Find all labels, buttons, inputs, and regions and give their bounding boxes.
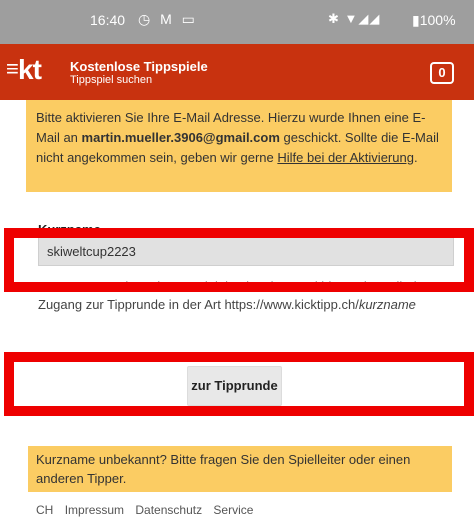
notice-text-after: . [413,150,418,165]
status-time: 16:40 [90,12,126,28]
hint-italic: kurzname [358,297,416,312]
battery-icon: ▮100% [412,12,456,28]
footer-service[interactable]: Service [213,503,253,517]
activation-notice: Bitte aktivieren Sie Ihre E-Mail Adresse… [26,100,452,192]
menu-icon[interactable]: ≡ [6,58,19,80]
activation-help-link[interactable]: Hilfe bei der Aktivierung [277,150,414,165]
footer-links: CH Impressum Datenschutz Service [36,503,261,517]
unknown-kurzname-notice: Kurzname unbekannt? Bitte fragen Sie den… [28,446,452,492]
app-bar: ≡ kt Kostenlose Tippspiele Tippspiel suc… [0,44,474,100]
footer-impressum[interactable]: Impressum [65,503,124,517]
signal-icons: ✱ ▼◢◢ [328,11,381,26]
notification-badge[interactable]: 0 [430,62,454,84]
app-title: Kostenlose Tippspiele [70,59,208,74]
app-subtitle: Tippspiel suchen [70,74,153,86]
footer-datenschutz[interactable]: Datenschutz [135,503,202,517]
kicktipp-logo[interactable]: kt [18,54,42,86]
zur-tipprunde-button[interactable]: zur Tipprunde [187,366,282,406]
notice-email: martin.mueller.3906@gmail.com [81,130,280,145]
notification-icons: ◷ M ▭ [138,11,198,27]
footer-country[interactable]: CH [36,503,53,517]
status-bar: 16:40 ◷ M ▭ ✱ ▼◢◢ ▮100% [0,0,474,44]
input-highlight-box [4,228,474,292]
